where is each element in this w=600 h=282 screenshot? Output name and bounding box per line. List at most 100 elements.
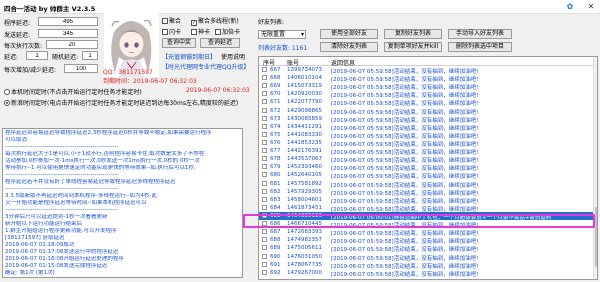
row-index: 684 xyxy=(270,204,281,211)
table-row[interactable]: 677 1442176391 [2019-06-07 05:59:58]活动结束，没… xyxy=(259,147,593,156)
usage-link[interactable]: 使用说明 xyxy=(221,52,245,61)
checkbox-aggregate-mt[interactable]: ✓ 聚合多线程(新) xyxy=(191,16,239,26)
row-checkbox[interactable] xyxy=(262,148,267,154)
row-checkbox[interactable] xyxy=(262,99,267,105)
radio-sina-time[interactable]: 新浪时间定时(电点击开始运行定时任务才能定时延迟到达每30ms左右,精度较的延迟… xyxy=(4,98,244,107)
row-checkbox[interactable] xyxy=(262,164,267,170)
delete-selected-button[interactable]: 删除列表选中项目 xyxy=(448,42,512,52)
table-row[interactable]: 673 1430065859 [2019-06-07 05:59:58]活动结束，没… xyxy=(259,115,593,124)
table-row[interactable]: 692 1479267000 [2019-06-07 05:59:58]活动结束，没… xyxy=(259,269,593,278)
row-account: 1415073319 xyxy=(287,83,322,90)
title-bar: 四合一活动 by 帅群主 V2.3.5 ✿ ✕ xyxy=(0,0,600,14)
table-scrollbar[interactable] xyxy=(593,57,597,279)
settings-icon[interactable]: ✿ xyxy=(564,1,576,12)
row-checkbox[interactable] xyxy=(262,269,267,275)
row-index: 691 xyxy=(270,261,281,268)
row-checkbox[interactable] xyxy=(262,237,267,243)
agent-link[interactable]: 【时光代理网专业代理QQ升级】 xyxy=(162,62,249,71)
table-row[interactable]: 681 1457581892 [2019-06-07 05:59:58]活动结束，没… xyxy=(259,180,593,189)
radio-local-time[interactable]: 本机时间定时(不点击开始运行定时任务才能定时) xyxy=(4,87,142,96)
checkbox-aggregate[interactable]: 聚合 xyxy=(162,16,181,25)
import-friends-button[interactable]: 手动导入好友列表 xyxy=(448,29,512,39)
clear-friends-button[interactable]: 清除好友列表 xyxy=(320,42,378,52)
row-checkbox[interactable] xyxy=(262,204,267,210)
program-delay-input[interactable] xyxy=(38,17,98,26)
log-line: ----------------------------------------… xyxy=(5,186,119,192)
row-checkbox[interactable] xyxy=(262,115,267,121)
per-send-input[interactable] xyxy=(46,40,98,49)
table-row[interactable]: 684 1461873451 [2019-06-07 05:59:58]活动结束，没… xyxy=(259,204,593,213)
window-title: 四合一活动 by 帅群主 V2.3.5 xyxy=(4,5,96,13)
random-delay-input[interactable] xyxy=(82,51,98,60)
friends-table[interactable]: 序号 账号 返回信息 667 1399734073 [2019-06-07 05:5… xyxy=(258,56,598,280)
row-account: 1475005611 xyxy=(287,245,322,252)
copy-friends-button[interactable]: 复制好友列表 xyxy=(384,29,442,39)
friends-total: 列表好友数: 1161 xyxy=(258,45,308,52)
table-row[interactable]: 682 1457929305 [2019-06-07 05:59:58]活动结束，没… xyxy=(259,188,593,197)
row-checkbox[interactable] xyxy=(262,229,267,235)
checkbox-god[interactable]: 神卡 xyxy=(191,27,210,36)
row-checkbox[interactable] xyxy=(262,188,267,194)
delay-label: 延迟: xyxy=(4,54,19,61)
table-row[interactable]: 668 1406010104 [2019-06-07 05:59:58]活动结束，没… xyxy=(259,74,593,83)
table-row[interactable]: 683 1458004601 [2019-06-07 05:59:58]活动结束，没… xyxy=(259,196,593,205)
checkbox-flash[interactable]: 闪卡 xyxy=(162,27,181,36)
send-delay-input[interactable] xyxy=(38,29,98,38)
row-checkbox[interactable] xyxy=(262,75,267,81)
row-account: 1430065859 xyxy=(287,115,322,122)
row-checkbox[interactable] xyxy=(262,156,267,162)
scrollbar-thumb[interactable] xyxy=(595,207,597,267)
hourly-input[interactable] xyxy=(64,64,98,73)
delay-input[interactable] xyxy=(26,51,48,60)
row-checkbox[interactable] xyxy=(262,83,267,89)
row-account: 1479267000 xyxy=(287,269,322,276)
row-checkbox[interactable] xyxy=(262,196,267,202)
row-checkbox[interactable] xyxy=(262,131,267,137)
table-row[interactable]: 672 1429098865 [2019-06-07 05:59:58]活动结束，没… xyxy=(259,107,593,116)
row-checkbox[interactable] xyxy=(262,261,267,267)
table-row[interactable]: 669 1415073319 [2019-06-07 05:59:58]活动结束，没… xyxy=(259,82,593,91)
close-icon[interactable]: ✕ xyxy=(585,1,597,12)
table-row[interactable]: 674 1434411291 [2019-06-07 05:59:58]活动结束，没… xyxy=(259,123,593,132)
table-row[interactable]: 691 1478067735 [2019-06-07 05:59:58]活动结束，没… xyxy=(259,261,593,270)
row-index: 676 xyxy=(270,139,281,146)
row-account: 1472683393 xyxy=(287,229,322,236)
table-row[interactable]: 680 1452640105 [2019-06-07 05:59:58]活动结束，没… xyxy=(259,171,593,180)
table-row[interactable]: 667 1399734073 [2019-06-07 05:59:58]活动结束，没… xyxy=(259,66,593,75)
log-panel[interactable]: 程序延迟到容易延迟导致程序延迟2,3秒程序延迟0秒并导致不稳定,如果需要运行程序… xyxy=(2,128,243,278)
table-row[interactable]: 678 1443537067 [2019-06-07 05:59:58]活动结束，没… xyxy=(259,155,593,164)
query-win-button[interactable]: 查询中奖 xyxy=(162,38,196,48)
row-account: 1452393460 xyxy=(287,164,322,171)
log-line: 2019-06-07 01:16:08开始运行延迟处理的程序 xyxy=(5,256,124,262)
row-checkbox[interactable] xyxy=(262,172,267,178)
table-row[interactable]: 676 1441853235 [2019-06-07 05:59:58]活动结束，没… xyxy=(259,139,593,148)
checkbox-double[interactable]: 加倍卡 xyxy=(215,27,240,36)
use-all-friends-button[interactable]: 使用全部好友 xyxy=(320,29,378,39)
table-row[interactable]: 687 1472683393 [2019-06-07 05:59:58]活动结束，没… xyxy=(259,228,593,237)
table-row[interactable]: 688 1474982357 [2019-06-07 05:59:58]活动结束，没… xyxy=(259,236,593,245)
table-row[interactable]: 690 1476031050 [2019-06-07 05:59:58]活动结束，没… xyxy=(259,253,593,262)
row-checkbox[interactable] xyxy=(262,139,267,145)
copy-single-friend-button[interactable]: 复制单项好友并kill xyxy=(384,42,442,52)
table-row[interactable]: 675 1441083330 [2019-06-07 05:59:58]活动结束，没… xyxy=(259,131,593,140)
recharge-link[interactable]: 【充值钢镚到期日】 xyxy=(162,52,216,61)
row-account: 1458004601 xyxy=(287,196,322,203)
row-checkbox[interactable] xyxy=(262,67,267,72)
row-index: 669 xyxy=(270,83,281,90)
table-header: 序号 账号 返回信息 xyxy=(259,57,593,67)
table-row[interactable]: 671 1422077790 [2019-06-07 05:59:58]活动结束，没… xyxy=(259,98,593,107)
row-index: 677 xyxy=(270,148,281,155)
row-checkbox[interactable] xyxy=(262,91,267,97)
table-row[interactable]: 689 1475005611 [2019-06-07 05:59:58]活动结束，没… xyxy=(259,244,593,253)
table-row[interactable]: 670 1420920030 [2019-06-07 05:59:58]活动结束，没… xyxy=(259,90,593,99)
query-delay-button[interactable]: 查询延迟 xyxy=(200,38,240,48)
row-checkbox[interactable] xyxy=(262,107,267,113)
row-index: 679 xyxy=(270,164,281,171)
row-checkbox[interactable] xyxy=(262,123,267,129)
row-checkbox[interactable] xyxy=(262,180,267,186)
table-row[interactable]: 679 1452393460 [2019-06-07 05:59:58]活动结束，没… xyxy=(259,163,593,172)
row-index: 682 xyxy=(270,188,281,195)
row-checkbox[interactable] xyxy=(262,245,267,251)
row-checkbox[interactable] xyxy=(262,253,267,259)
friends-select[interactable]: 无限重置 ▾ xyxy=(258,30,306,39)
